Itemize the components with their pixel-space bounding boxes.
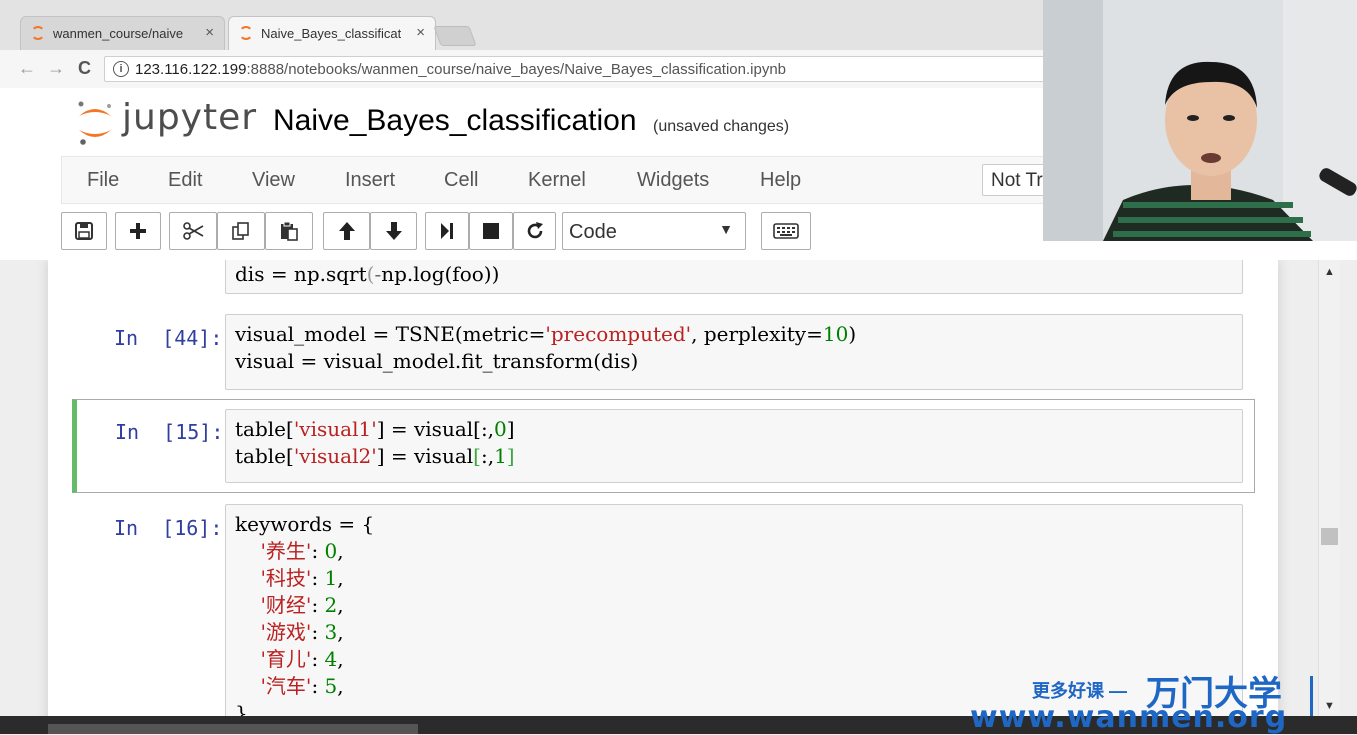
code-cell[interactable]: dis = np.sqrt(-np.log(foo)) — [72, 260, 1255, 298]
chevron-down-icon: ▼ — [719, 221, 733, 237]
code-input[interactable]: table['visual1'] = visual[:,0] table['vi… — [225, 409, 1243, 483]
paste-button[interactable] — [265, 212, 313, 250]
step-forward-icon — [441, 223, 453, 239]
save-status: (unsaved changes) — [653, 118, 790, 135]
save-icon — [75, 222, 93, 240]
copy-icon — [232, 222, 249, 240]
tab-label: Naive_Bayes_classificat — [261, 26, 401, 41]
cell-prompt: In [15]: — [115, 420, 224, 444]
run-button[interactable] — [425, 212, 469, 250]
menu-kernel[interactable]: Kernel — [528, 169, 586, 192]
forward-icon[interactable]: → — [47, 58, 65, 79]
arrow-up-icon — [338, 222, 355, 240]
watermark-site: www.wanmen.org — [970, 700, 1288, 735]
scrollbar[interactable]: ▲ ▼ — [1318, 260, 1340, 716]
menu-cell[interactable]: Cell — [444, 169, 478, 192]
info-icon[interactable]: i — [113, 61, 129, 77]
notebook-toolbar: Code ▼ — [61, 212, 861, 252]
restart-button[interactable] — [513, 212, 556, 250]
code-line: '育儿': 4, — [260, 647, 344, 671]
code-line: '养生': 0, — [260, 539, 344, 563]
cell-prompt: In [44]: — [114, 326, 223, 350]
horizontal-scroll-thumb[interactable] — [48, 724, 418, 734]
scroll-down-icon[interactable]: ▼ — [1324, 700, 1335, 712]
refresh-icon — [527, 222, 543, 239]
code-input[interactable]: visual_model = TSNE(metric='precomputed'… — [225, 314, 1243, 390]
code-line: '财经': 2, — [260, 593, 344, 617]
code-cell[interactable]: In [44]: visual_model = TSNE(metric='pre… — [72, 314, 1255, 390]
menu-help[interactable]: Help — [760, 169, 801, 192]
menu-edit[interactable]: Edit — [168, 169, 202, 192]
url-path: :8888/notebooks/wanmen_course/naive_baye… — [246, 61, 787, 78]
code-line: '科技': 1, — [260, 566, 344, 590]
back-icon[interactable]: ← — [18, 58, 36, 79]
close-tab-icon[interactable]: × — [205, 24, 214, 41]
scroll-up-icon[interactable]: ▲ — [1324, 266, 1335, 278]
jupyter-logo-text: jupyter — [122, 97, 258, 138]
webcam-overlay — [1043, 0, 1357, 241]
paste-icon — [281, 221, 298, 241]
code-line: '游戏': 3, — [260, 620, 344, 644]
notebook-title[interactable]: Naive_Bayes_classification — [273, 104, 637, 138]
notebook-page: dis = np.sqrt(-np.log(foo)) In [44]: vis… — [48, 260, 1278, 734]
reload-icon[interactable]: C — [78, 58, 91, 79]
code-line: visual_model = TSNE(metric='precomputed'… — [235, 322, 857, 346]
code-cell-selected[interactable]: In [15]: table['visual1'] = visual[:,0] … — [72, 399, 1255, 493]
close-tab-icon[interactable]: × — [416, 24, 425, 41]
menu-insert[interactable]: Insert — [345, 169, 395, 192]
menu-file[interactable]: File — [87, 169, 119, 192]
cell-prompt: In [16]: — [114, 516, 223, 540]
insert-cell-button[interactable] — [115, 212, 161, 250]
save-button[interactable] — [61, 212, 107, 250]
move-down-button[interactable] — [370, 212, 417, 250]
watermark-divider — [1310, 676, 1313, 716]
command-palette-button[interactable] — [761, 212, 811, 250]
keyboard-icon — [773, 223, 799, 239]
url-text: 123.116.122.199:8888/notebooks/wanmen_co… — [135, 61, 786, 78]
jupyter-favicon-icon — [31, 26, 45, 40]
code-line: table['visual2'] = visual[:,1] — [235, 444, 515, 468]
cut-button[interactable] — [169, 212, 217, 250]
presenter-video-image — [1043, 0, 1357, 241]
plus-icon — [130, 223, 146, 239]
menu-view[interactable]: View — [252, 169, 295, 192]
code-line: table['visual1'] = visual[:,0] — [235, 417, 515, 441]
interrupt-button[interactable] — [469, 212, 513, 250]
jupyter-logo-icon[interactable] — [75, 98, 115, 146]
arrow-down-icon — [385, 222, 402, 240]
notebook-area: dis = np.sqrt(-np.log(foo)) In [44]: vis… — [0, 260, 1318, 734]
stop-icon — [483, 223, 499, 239]
code-line: keywords = { — [235, 512, 375, 536]
code-input[interactable]: dis = np.sqrt(-np.log(foo)) — [225, 260, 1243, 294]
tab-wanmen-course[interactable]: wanmen_course/naive × — [20, 16, 225, 50]
code-line: dis = np.sqrt(-np.log(foo)) — [235, 262, 500, 286]
cell-type-select[interactable]: Code ▼ — [562, 212, 746, 250]
tab-naive-bayes[interactable]: Naive_Bayes_classificat × — [228, 16, 436, 50]
code-line: visual = visual_model.fit_transform(dis) — [235, 349, 639, 373]
menu-widgets[interactable]: Widgets — [637, 169, 709, 192]
jupyter-favicon-icon — [239, 26, 253, 40]
scissors-icon — [183, 222, 204, 240]
cell-type-value: Code — [569, 221, 617, 243]
move-up-button[interactable] — [323, 212, 370, 250]
scroll-thumb[interactable] — [1321, 528, 1338, 545]
url-host: 123.116.122.199 — [135, 61, 247, 78]
new-tab-button[interactable] — [433, 26, 477, 46]
copy-button[interactable] — [217, 212, 265, 250]
tab-label: wanmen_course/naive — [53, 26, 184, 41]
